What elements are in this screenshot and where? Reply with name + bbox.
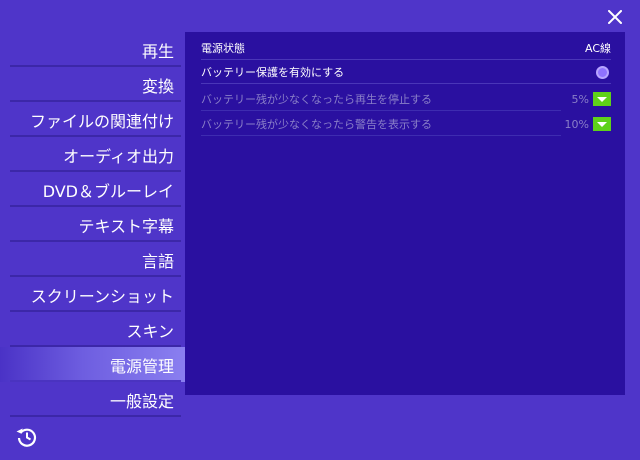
battery-protect-toggle[interactable]	[596, 65, 609, 79]
sidebar-item-label: オーディオ出力	[63, 146, 174, 166]
sidebar-item-label: 電源管理	[109, 356, 174, 376]
history-reset-icon	[16, 428, 37, 447]
reset-defaults-button[interactable]	[14, 424, 40, 450]
close-button[interactable]	[604, 6, 626, 28]
sidebar-item-playback[interactable]: 再生	[0, 32, 185, 67]
sidebar-item-label: 変換	[141, 76, 174, 96]
power-status-value: AC線	[584, 42, 611, 55]
low-battery-stop-row: バッテリー残が少なくなったら再生を停止する 5%	[201, 89, 611, 111]
sidebar-item-language[interactable]: 言語	[0, 242, 185, 277]
sidebar-item-dvd-bluray[interactable]: DVD＆ブルーレイ	[0, 172, 185, 207]
sidebar-item-label: DVD＆ブルーレイ	[42, 181, 174, 201]
power-settings-panel: 電源状態 AC線 バッテリー保護を有効にする バッテリー残が少なくなったら再生を…	[185, 32, 625, 395]
sidebar-item-label: スキン	[126, 321, 174, 341]
sidebar-item-label: 一般設定	[109, 391, 174, 411]
sidebar-item-label: スクリーンショット	[30, 286, 174, 306]
sidebar-item-audio-output[interactable]: オーディオ出力	[0, 137, 185, 172]
power-status-label: 電源状態	[201, 42, 245, 55]
chevron-down-icon	[597, 96, 607, 102]
sidebar-item-general-settings[interactable]: 一般設定	[0, 382, 185, 417]
low-battery-stop-label: バッテリー残が少なくなったら再生を停止する	[201, 93, 432, 106]
sidebar-item-text-subtitles[interactable]: テキスト字幕	[0, 207, 185, 242]
sidebar-item-skin[interactable]: スキン	[0, 312, 185, 347]
chevron-down-icon	[597, 121, 607, 127]
sidebar-item-file-association[interactable]: ファイルの関連付け	[0, 102, 185, 137]
battery-protect-row[interactable]: バッテリー保護を有効にする	[201, 62, 611, 84]
close-icon	[608, 10, 622, 24]
settings-sidebar: 再生 変換 ファイルの関連付け オーディオ出力 DVD＆ブルーレイ テキスト字幕…	[0, 32, 185, 417]
sidebar-item-screenshot[interactable]: スクリーンショット	[0, 277, 185, 312]
sidebar-item-label: 再生	[141, 41, 174, 61]
low-battery-warn-row: バッテリー残が少なくなったら警告を表示する 10%	[201, 114, 611, 136]
battery-protect-label: バッテリー保護を有効にする	[201, 66, 345, 79]
sidebar-item-conversion[interactable]: 変換	[0, 67, 185, 102]
low-battery-stop-value: 5%	[571, 92, 589, 106]
low-battery-stop-dropdown[interactable]	[593, 92, 611, 106]
low-battery-warn-label: バッテリー残が少なくなったら警告を表示する	[201, 118, 432, 131]
sidebar-item-label: テキスト字幕	[78, 216, 174, 236]
sidebar-item-power-management[interactable]: 電源管理	[0, 347, 185, 382]
low-battery-warn-value: 10%	[564, 117, 589, 131]
low-battery-warn-dropdown[interactable]	[593, 117, 611, 131]
power-status-row: 電源状態 AC線	[201, 38, 611, 60]
sidebar-item-label: ファイルの関連付け	[29, 111, 174, 131]
sidebar-item-label: 言語	[141, 251, 174, 271]
